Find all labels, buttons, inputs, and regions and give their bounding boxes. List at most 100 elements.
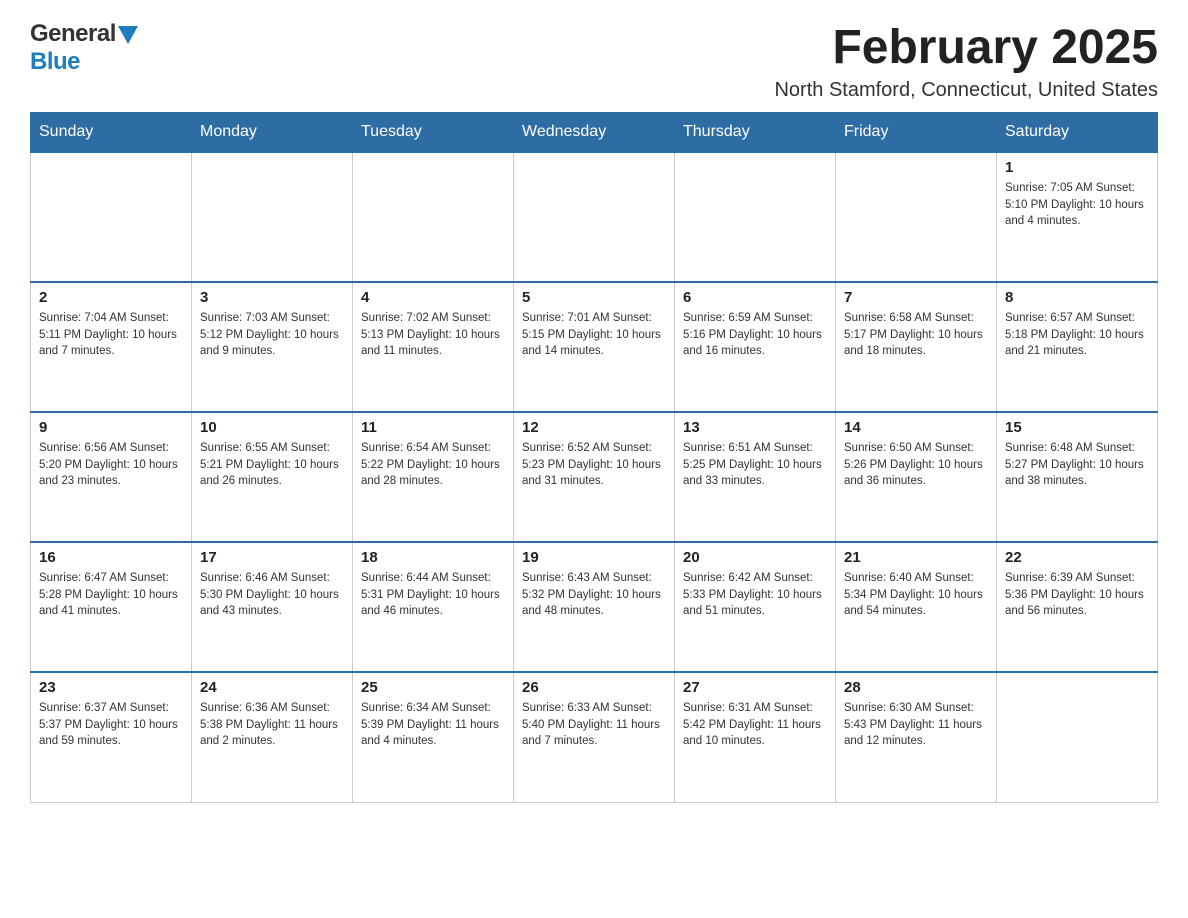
day-number: 6	[683, 289, 827, 306]
day-number: 17	[200, 549, 344, 566]
logo-blue-text: Blue	[30, 48, 80, 75]
calendar-cell: 23 Sunrise: 6:37 AM Sunset: 5:37 PM Dayli…	[31, 672, 192, 802]
day-number: 8	[1005, 289, 1149, 306]
calendar-cell: 25 Sunrise: 6:34 AM Sunset: 5:39 PM Dayli…	[353, 672, 514, 802]
day-info: Sunrise: 7:05 AM Sunset: 5:10 PM Dayligh…	[1005, 180, 1149, 230]
calendar-cell	[836, 152, 997, 282]
day-number: 13	[683, 419, 827, 436]
day-number: 22	[1005, 549, 1149, 566]
day-number: 20	[683, 549, 827, 566]
logo: General Blue	[30, 20, 138, 76]
calendar-week-row: 1 Sunrise: 7:05 AM Sunset: 5:10 PM Daylig…	[31, 152, 1158, 282]
calendar-cell	[31, 152, 192, 282]
logo-general-text: General	[30, 20, 116, 48]
day-info: Sunrise: 7:01 AM Sunset: 5:15 PM Dayligh…	[522, 310, 666, 360]
calendar-cell	[353, 152, 514, 282]
day-info: Sunrise: 6:43 AM Sunset: 5:32 PM Dayligh…	[522, 570, 666, 620]
day-number: 19	[522, 549, 666, 566]
calendar-cell	[192, 152, 353, 282]
day-number: 11	[361, 419, 505, 436]
day-number: 3	[200, 289, 344, 306]
calendar-cell: 11 Sunrise: 6:54 AM Sunset: 5:22 PM Dayli…	[353, 412, 514, 542]
day-of-week-header: Thursday	[675, 113, 836, 153]
calendar-cell: 1 Sunrise: 7:05 AM Sunset: 5:10 PM Daylig…	[997, 152, 1158, 282]
calendar-week-row: 16 Sunrise: 6:47 AM Sunset: 5:28 PM Dayli…	[31, 542, 1158, 672]
calendar-cell: 7Sunrise: 6:58 AM Sunset: 5:17 PM Daylig…	[836, 282, 997, 412]
day-info: Sunrise: 7:03 AM Sunset: 5:12 PM Dayligh…	[200, 310, 344, 360]
day-number: 9	[39, 419, 183, 436]
day-info: Sunrise: 6:54 AM Sunset: 5:22 PM Dayligh…	[361, 440, 505, 490]
calendar-week-row: 2 Sunrise: 7:04 AM Sunset: 5:11 PM Daylig…	[31, 282, 1158, 412]
day-info: Sunrise: 6:33 AM Sunset: 5:40 PM Dayligh…	[522, 700, 666, 750]
month-year-title: February 2025	[774, 20, 1158, 75]
calendar-cell: 2 Sunrise: 7:04 AM Sunset: 5:11 PM Daylig…	[31, 282, 192, 412]
day-info: Sunrise: 6:42 AM Sunset: 5:33 PM Dayligh…	[683, 570, 827, 620]
day-info: Sunrise: 6:46 AM Sunset: 5:30 PM Dayligh…	[200, 570, 344, 620]
day-info: Sunrise: 6:55 AM Sunset: 5:21 PM Dayligh…	[200, 440, 344, 490]
day-info: Sunrise: 6:48 AM Sunset: 5:27 PM Dayligh…	[1005, 440, 1149, 490]
calendar-cell: 6 Sunrise: 6:59 AM Sunset: 5:16 PM Daylig…	[675, 282, 836, 412]
calendar-cell: 26 Sunrise: 6:33 AM Sunset: 5:40 PM Dayli…	[514, 672, 675, 802]
day-info: Sunrise: 6:37 AM Sunset: 5:37 PM Dayligh…	[39, 700, 183, 750]
day-info: Sunrise: 7:04 AM Sunset: 5:11 PM Dayligh…	[39, 310, 183, 360]
calendar-cell: 13 Sunrise: 6:51 AM Sunset: 5:25 PM Dayli…	[675, 412, 836, 542]
day-info: Sunrise: 6:44 AM Sunset: 5:31 PM Dayligh…	[361, 570, 505, 620]
day-info: Sunrise: 6:31 AM Sunset: 5:42 PM Dayligh…	[683, 700, 827, 750]
calendar-cell: 12 Sunrise: 6:52 AM Sunset: 5:23 PM Dayli…	[514, 412, 675, 542]
day-info: Sunrise: 6:47 AM Sunset: 5:28 PM Dayligh…	[39, 570, 183, 620]
day-number: 26	[522, 679, 666, 696]
calendar-cell: 15 Sunrise: 6:48 AM Sunset: 5:27 PM Dayli…	[997, 412, 1158, 542]
title-section: February 2025 North Stamford, Connecticu…	[774, 20, 1158, 102]
day-number: 1	[1005, 159, 1149, 176]
calendar-week-row: 9 Sunrise: 6:56 AM Sunset: 5:20 PM Daylig…	[31, 412, 1158, 542]
day-info: Sunrise: 7:02 AM Sunset: 5:13 PM Dayligh…	[361, 310, 505, 360]
calendar-cell: 28Sunrise: 6:30 AM Sunset: 5:43 PM Dayli…	[836, 672, 997, 802]
day-number: 23	[39, 679, 183, 696]
calendar-cell	[514, 152, 675, 282]
calendar-table: SundayMondayTuesdayWednesdayThursdayFrid…	[30, 112, 1158, 803]
day-of-week-header: Saturday	[997, 113, 1158, 153]
calendar-cell: 4 Sunrise: 7:02 AM Sunset: 5:13 PM Daylig…	[353, 282, 514, 412]
calendar-header-row: SundayMondayTuesdayWednesdayThursdayFrid…	[31, 113, 1158, 153]
day-info: Sunrise: 6:36 AM Sunset: 5:38 PM Dayligh…	[200, 700, 344, 750]
day-info: Sunrise: 6:40 AM Sunset: 5:34 PM Dayligh…	[844, 570, 988, 620]
day-number: 4	[361, 289, 505, 306]
day-of-week-header: Wednesday	[514, 113, 675, 153]
calendar-cell: 17 Sunrise: 6:46 AM Sunset: 5:30 PM Dayli…	[192, 542, 353, 672]
day-info: Sunrise: 6:59 AM Sunset: 5:16 PM Dayligh…	[683, 310, 827, 360]
day-of-week-header: Tuesday	[353, 113, 514, 153]
day-number: 10	[200, 419, 344, 436]
day-info: Sunrise: 6:52 AM Sunset: 5:23 PM Dayligh…	[522, 440, 666, 490]
calendar-cell: 18 Sunrise: 6:44 AM Sunset: 5:31 PM Dayli…	[353, 542, 514, 672]
day-info: Sunrise: 6:57 AM Sunset: 5:18 PM Dayligh…	[1005, 310, 1149, 360]
day-number: 27	[683, 679, 827, 696]
day-number: 16	[39, 549, 183, 566]
calendar-cell	[675, 152, 836, 282]
calendar-cell: 20 Sunrise: 6:42 AM Sunset: 5:33 PM Dayli…	[675, 542, 836, 672]
calendar-cell: 3 Sunrise: 7:03 AM Sunset: 5:12 PM Daylig…	[192, 282, 353, 412]
page-header: General Blue February 2025 North Stamfor…	[30, 20, 1158, 102]
day-number: 21	[844, 549, 988, 566]
day-info: Sunrise: 6:51 AM Sunset: 5:25 PM Dayligh…	[683, 440, 827, 490]
day-info: Sunrise: 6:30 AM Sunset: 5:43 PM Dayligh…	[844, 700, 988, 750]
calendar-cell: 21 Sunrise: 6:40 AM Sunset: 5:34 PM Dayli…	[836, 542, 997, 672]
day-of-week-header: Monday	[192, 113, 353, 153]
location-subtitle: North Stamford, Connecticut, United Stat…	[774, 79, 1158, 102]
day-info: Sunrise: 6:50 AM Sunset: 5:26 PM Dayligh…	[844, 440, 988, 490]
calendar-cell: 10 Sunrise: 6:55 AM Sunset: 5:21 PM Dayli…	[192, 412, 353, 542]
day-number: 2	[39, 289, 183, 306]
day-info: Sunrise: 6:39 AM Sunset: 5:36 PM Dayligh…	[1005, 570, 1149, 620]
day-number: 7	[844, 289, 988, 306]
day-info: Sunrise: 6:56 AM Sunset: 5:20 PM Dayligh…	[39, 440, 183, 490]
logo-triangle-icon	[118, 26, 138, 44]
day-number: 15	[1005, 419, 1149, 436]
day-number: 18	[361, 549, 505, 566]
calendar-cell: 5 Sunrise: 7:01 AM Sunset: 5:15 PM Daylig…	[514, 282, 675, 412]
day-number: 5	[522, 289, 666, 306]
calendar-cell: 8 Sunrise: 6:57 AM Sunset: 5:18 PM Daylig…	[997, 282, 1158, 412]
day-number: 12	[522, 419, 666, 436]
calendar-cell: 9 Sunrise: 6:56 AM Sunset: 5:20 PM Daylig…	[31, 412, 192, 542]
calendar-cell	[997, 672, 1158, 802]
day-number: 25	[361, 679, 505, 696]
day-info: Sunrise: 6:34 AM Sunset: 5:39 PM Dayligh…	[361, 700, 505, 750]
